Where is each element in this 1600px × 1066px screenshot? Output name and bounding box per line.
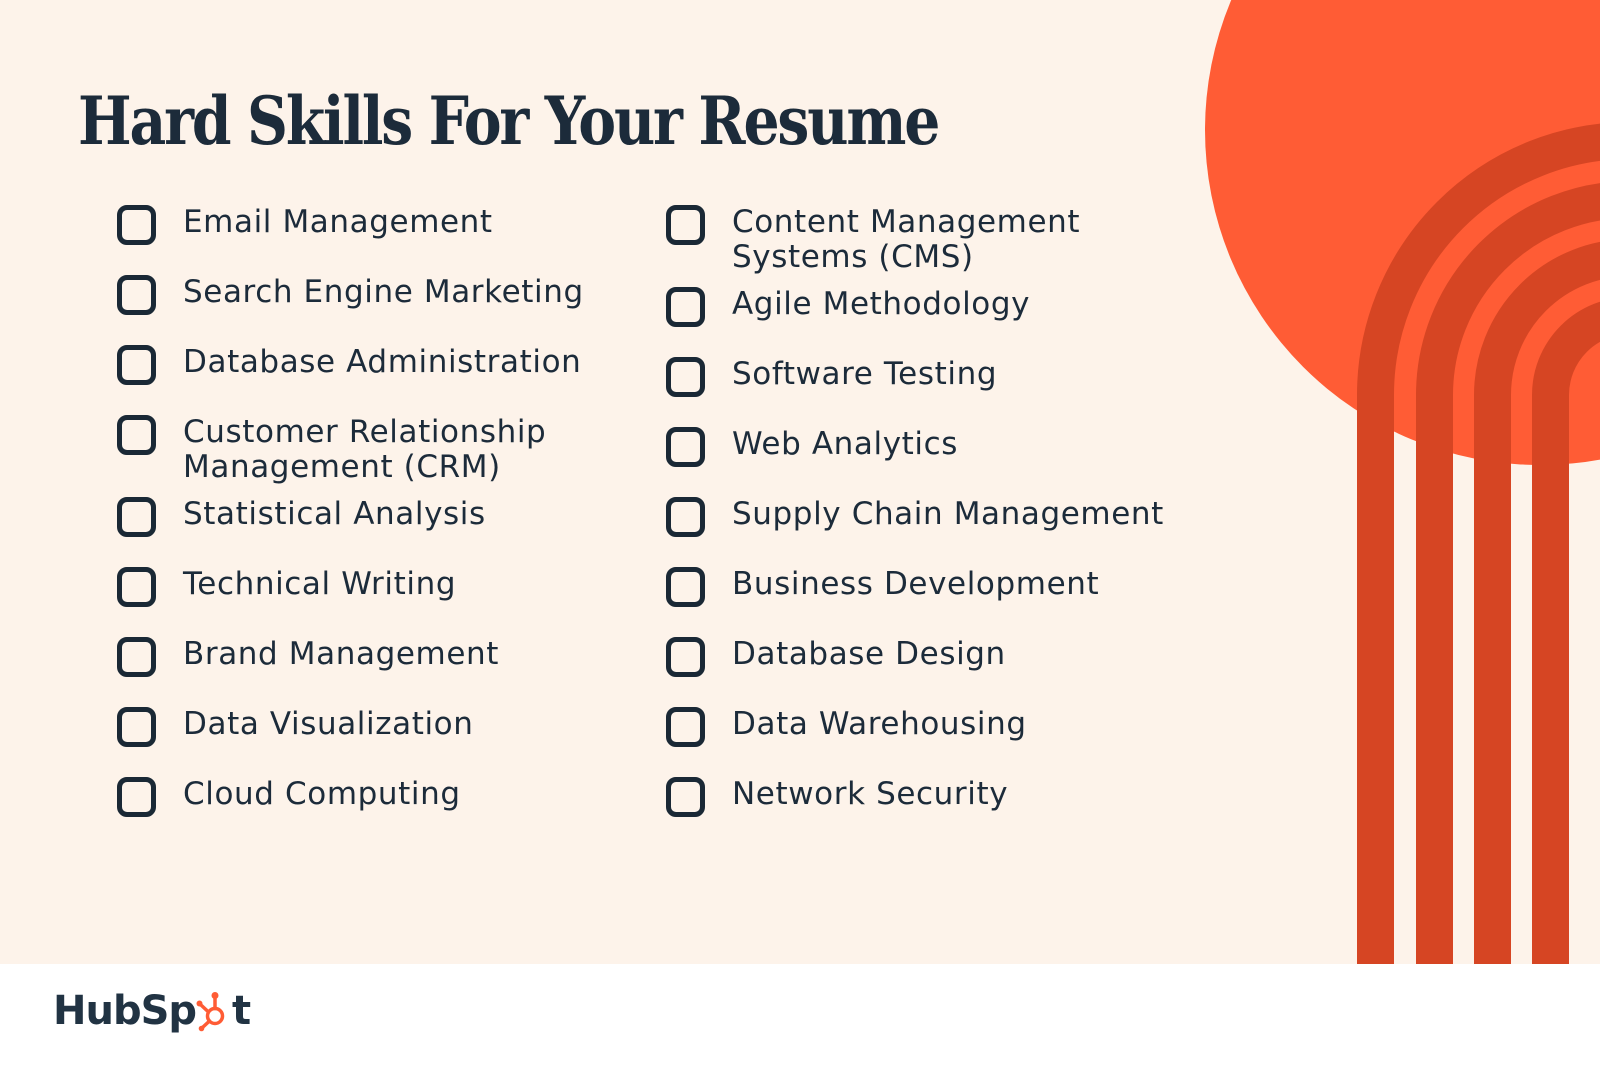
checkbox-icon[interactable] [117, 777, 156, 817]
skill-label: Web Analytics [732, 426, 959, 462]
skill-item[interactable]: Supply Chain Management [666, 497, 1164, 537]
checkbox-icon[interactable] [117, 707, 156, 747]
checkbox-icon[interactable] [117, 567, 156, 607]
checkbox-icon[interactable] [117, 345, 156, 385]
skill-item[interactable]: Network Security [666, 777, 1164, 817]
skill-item[interactable]: Web Analytics [666, 427, 1164, 467]
checkbox-icon[interactable] [666, 205, 705, 245]
checkbox-icon[interactable] [666, 497, 705, 537]
skills-list-right: Content Management Systems (CMS) Agile M… [666, 205, 1164, 847]
checkbox-icon[interactable] [666, 637, 705, 677]
footer: HubSp t [0, 964, 1600, 1066]
checkbox-icon[interactable] [666, 567, 705, 607]
skill-label: Customer Relationship Management (CRM) [183, 414, 547, 485]
skill-label: Email Management [183, 204, 493, 240]
skill-item[interactable]: Brand Management [117, 637, 584, 677]
logo-text-end: t [232, 988, 251, 1034]
skill-item[interactable]: Cloud Computing [117, 777, 584, 817]
checkbox-icon[interactable] [666, 427, 705, 467]
skill-label: Cloud Computing [183, 776, 461, 812]
checkbox-icon[interactable] [117, 205, 156, 245]
skill-label: Statistical Analysis [183, 496, 486, 532]
skill-item[interactable]: Business Development [666, 567, 1164, 607]
skill-label: Technical Writing [183, 566, 457, 602]
infographic-panel: Hard Skills For Your Resume Email Manage… [0, 0, 1600, 964]
skill-item[interactable]: Email Management [117, 205, 584, 245]
skill-label: Search Engine Marketing [183, 274, 584, 310]
checkbox-icon[interactable] [117, 415, 156, 455]
skill-label: Data Visualization [183, 706, 474, 742]
skill-item[interactable]: Statistical Analysis [117, 497, 584, 537]
logo-text-start: HubSp [53, 988, 197, 1034]
skill-item[interactable]: Customer Relationship Management (CRM) [117, 415, 584, 485]
skill-label: Network Security [732, 776, 1009, 812]
skill-item[interactable]: Technical Writing [117, 567, 584, 607]
skill-item[interactable]: Data Visualization [117, 707, 584, 747]
skill-label: Supply Chain Management [732, 496, 1164, 532]
skill-label: Agile Methodology [732, 286, 1031, 322]
hubspot-logo[interactable]: HubSp t [53, 988, 251, 1034]
checkbox-icon[interactable] [666, 357, 705, 397]
skill-item[interactable]: Database Administration [117, 345, 584, 385]
skill-label: Database Design [732, 636, 1006, 672]
skill-item[interactable]: Data Warehousing [666, 707, 1164, 747]
skill-label: Business Development [732, 566, 1100, 602]
skill-item[interactable]: Software Testing [666, 357, 1164, 397]
checkbox-icon[interactable] [117, 275, 156, 315]
skill-label: Brand Management [183, 636, 499, 672]
skill-item[interactable]: Content Management Systems (CMS) [666, 205, 1164, 275]
skill-label: Data Warehousing [732, 706, 1027, 742]
skills-list-left: Email Management Search Engine Marketing… [117, 205, 584, 847]
checkbox-icon[interactable] [666, 287, 705, 327]
sprocket-icon [196, 992, 225, 1032]
checkbox-icon[interactable] [117, 497, 156, 537]
checkbox-icon[interactable] [666, 707, 705, 747]
skill-label: Database Administration [183, 344, 582, 380]
skill-item[interactable]: Agile Methodology [666, 287, 1164, 327]
skill-item[interactable]: Database Design [666, 637, 1164, 677]
checkbox-icon[interactable] [117, 637, 156, 677]
checkbox-icon[interactable] [666, 777, 705, 817]
skill-item[interactable]: Search Engine Marketing [117, 275, 584, 315]
skill-label: Software Testing [732, 356, 998, 392]
skill-label: Content Management Systems (CMS) [732, 204, 1081, 275]
page-title: Hard Skills For Your Resume [78, 82, 940, 160]
